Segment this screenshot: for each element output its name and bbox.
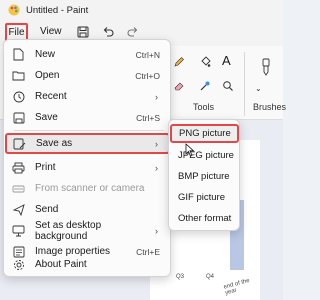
menu-item-label: Send <box>35 204 59 215</box>
menu-item-save-as[interactable]: Save as › <box>5 133 170 154</box>
save-icon[interactable] <box>76 25 90 39</box>
eraser-icon[interactable] <box>173 80 185 92</box>
menu-item-open[interactable]: Open Ctrl+O <box>6 65 168 86</box>
tools-group-label: Tools <box>193 102 215 112</box>
mouse-cursor-icon <box>185 143 195 157</box>
menu-item-label: Print <box>35 162 56 173</box>
fill-icon[interactable] <box>199 56 211 68</box>
menu-item-save[interactable]: Save Ctrl+S <box>6 107 168 128</box>
view-menu-button[interactable]: View <box>40 26 62 37</box>
new-file-icon <box>12 48 25 61</box>
brush-icon[interactable] <box>259 58 273 76</box>
menu-item-label: Recent <box>35 91 67 102</box>
submenu-item-gif[interactable]: GIF picture <box>172 188 238 207</box>
redo-icon[interactable] <box>126 25 140 39</box>
gear-icon <box>12 258 25 271</box>
menu-item-label: Set as desktop background <box>35 219 102 242</box>
desktop-icon <box>12 224 25 237</box>
send-icon <box>12 203 25 216</box>
menu-item-label: Save <box>35 112 58 123</box>
menu-item-set-desktop-background[interactable]: Set as desktop background › <box>6 219 168 242</box>
menu-item-send[interactable]: Send <box>6 199 168 220</box>
save-icon <box>12 111 25 124</box>
menu-item-shortcut: Ctrl+N <box>135 49 160 60</box>
chart-tick: Q3 <box>176 274 185 280</box>
submenu-item-png[interactable]: PNG picture <box>170 124 239 143</box>
scanner-icon <box>12 182 25 195</box>
menu-item-print[interactable]: Print › <box>6 157 168 178</box>
menu-item-label: New <box>35 49 56 60</box>
pencil-icon[interactable] <box>173 56 185 68</box>
save-as-submenu: PNG picture JPEG picture BMP picture GIF… <box>168 119 240 231</box>
chevron-right-icon: › <box>155 138 158 149</box>
chart-tick: end of the year <box>223 277 251 297</box>
printer-icon <box>12 161 25 174</box>
menu-separator <box>14 130 164 131</box>
folder-icon <box>12 69 25 82</box>
menu-item-shortcut: Ctrl+S <box>136 112 160 123</box>
chevron-right-icon: › <box>155 162 158 173</box>
submenu-item-bmp[interactable]: BMP picture <box>172 167 238 186</box>
text-icon[interactable]: A <box>222 53 236 68</box>
menu-item-label: About Paint <box>35 259 87 270</box>
ribbon-divider <box>244 52 245 116</box>
chart-tick: Q4 <box>206 274 215 280</box>
menu-item-label: From scanner or camera <box>35 183 145 194</box>
undo-icon[interactable] <box>101 25 115 39</box>
menu-item-scanner: From scanner or camera <box>6 178 168 199</box>
menu-item-label: Save as <box>36 138 73 149</box>
menu-item-new[interactable]: New Ctrl+N <box>6 44 168 65</box>
brush-dropdown-icon[interactable]: ⌄ <box>255 84 262 93</box>
window-title: Untitled - Paint <box>26 4 89 16</box>
brushes-group-label: Brushes <box>253 102 287 112</box>
menu-item-recent[interactable]: Recent › <box>6 86 168 107</box>
submenu-item-jpeg[interactable]: JPEG picture <box>172 146 238 165</box>
paint-app-icon <box>8 4 20 16</box>
title-bar: Untitled - Paint <box>0 0 283 20</box>
save-as-icon <box>13 137 26 150</box>
chevron-right-icon: › <box>155 225 158 236</box>
menu-item-about-paint[interactable]: About Paint <box>6 254 168 275</box>
submenu-item-other-format[interactable]: Other format <box>172 209 238 228</box>
clock-icon <box>12 90 25 103</box>
menu-item-shortcut: Ctrl+O <box>135 70 160 81</box>
chevron-right-icon: › <box>155 91 158 102</box>
color-picker-icon[interactable] <box>199 80 211 92</box>
magnifier-icon[interactable] <box>222 80 234 92</box>
menu-item-label: Open <box>35 70 60 81</box>
file-menu: New Ctrl+N Open Ctrl+O Recent › Save Ctr… <box>3 39 171 277</box>
